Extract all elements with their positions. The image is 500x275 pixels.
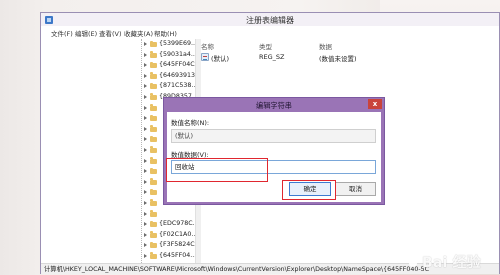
folder-icon bbox=[150, 114, 157, 122]
folder-icon bbox=[150, 210, 157, 217]
tree-item-label: {871C538... bbox=[159, 82, 198, 90]
folder-icon bbox=[150, 241, 157, 249]
expand-arrow-icon[interactable] bbox=[144, 147, 147, 152]
menu-help[interactable]: 帮助(H) bbox=[154, 28, 177, 38]
window-title: 注册表编辑器 bbox=[246, 16, 294, 25]
expand-arrow-icon[interactable] bbox=[144, 63, 147, 68]
expand-arrow-icon[interactable] bbox=[144, 169, 147, 174]
folder-icon bbox=[150, 51, 157, 58]
tree-item[interactable]: {F02C1A0... bbox=[142, 230, 198, 241]
close-icon: x bbox=[372, 100, 378, 108]
tree-item[interactable]: {59031a4... bbox=[142, 50, 197, 61]
tree-item-label: {645FF04... bbox=[159, 251, 197, 259]
expand-arrow-icon[interactable] bbox=[144, 232, 147, 237]
dialog-title: 编辑字符串 bbox=[256, 101, 292, 110]
value-type: REG_SZ bbox=[259, 53, 285, 61]
folder-icon bbox=[150, 93, 157, 100]
tree-item[interactable]: {EDC978C... bbox=[142, 219, 199, 230]
expand-arrow-icon[interactable] bbox=[144, 126, 147, 131]
edit-string-dialog: 编辑字符串 x 数值名称(N): (默认) 数值数据(V): 回收站 确定 取消 bbox=[163, 97, 385, 205]
folder-icon bbox=[150, 104, 157, 111]
expand-arrow-icon[interactable] bbox=[144, 42, 147, 46]
expand-arrow-icon[interactable] bbox=[144, 84, 147, 89]
highlight-box-ok-button bbox=[282, 180, 336, 200]
tree-item[interactable]: {F3F5824C... bbox=[142, 240, 201, 251]
expand-arrow-icon[interactable] bbox=[144, 190, 147, 195]
paw-icon bbox=[407, 254, 419, 267]
baidu-watermark: Bai 经验 bbox=[405, 250, 500, 274]
tree-item-label: {F02C1A0... bbox=[159, 230, 198, 238]
expand-arrow-icon[interactable] bbox=[144, 52, 147, 57]
folder-icon bbox=[150, 146, 157, 153]
highlight-box-data-field bbox=[166, 158, 268, 182]
value-data: (数值未设置) bbox=[319, 55, 357, 63]
watermark-text: Bai 经验 bbox=[422, 255, 481, 271]
dialog-body: 数值名称(N): (默认) 数值数据(V): 回收站 确定 取消 bbox=[167, 112, 381, 202]
folder-icon bbox=[150, 61, 157, 69]
column-header-name[interactable]: 名称 bbox=[201, 41, 214, 51]
window-titlebar[interactable]: 注册表编辑器 bbox=[41, 13, 499, 26]
column-header-data[interactable]: 数据 bbox=[319, 41, 332, 51]
folder-icon bbox=[150, 178, 157, 185]
folder-icon bbox=[150, 157, 157, 164]
folder-icon bbox=[150, 125, 157, 132]
folder-icon bbox=[150, 40, 157, 47]
expand-arrow-icon[interactable] bbox=[144, 253, 147, 258]
folder-icon bbox=[150, 82, 157, 90]
menu-view[interactable]: 查看(V) bbox=[99, 28, 122, 38]
expand-arrow-icon[interactable] bbox=[144, 222, 147, 227]
expand-arrow-icon[interactable] bbox=[144, 211, 147, 216]
dialog-titlebar[interactable]: 编辑字符串 x bbox=[164, 98, 384, 112]
menu-edit[interactable]: 编辑(E) bbox=[75, 28, 97, 38]
value-name-field: (默认) bbox=[171, 129, 376, 143]
expand-arrow-icon[interactable] bbox=[144, 179, 147, 184]
expand-arrow-icon[interactable] bbox=[144, 94, 147, 99]
folder-icon bbox=[150, 188, 157, 196]
menu-favorites[interactable]: 收藏夹(A) bbox=[124, 28, 153, 38]
folder-icon bbox=[150, 135, 157, 143]
tree-item[interactable]: {64693913... bbox=[142, 71, 201, 82]
close-button[interactable]: x bbox=[368, 99, 382, 109]
tree-item-label: {5399E69... bbox=[159, 40, 198, 47]
value-name: (默认) bbox=[211, 55, 230, 63]
tree-item[interactable]: {5399E69... bbox=[142, 39, 198, 50]
expand-arrow-icon[interactable] bbox=[144, 116, 147, 121]
expand-arrow-icon[interactable] bbox=[144, 137, 147, 142]
expand-arrow-icon[interactable] bbox=[144, 105, 147, 110]
column-header-type[interactable]: 类型 bbox=[259, 41, 272, 51]
folder-icon bbox=[150, 72, 157, 79]
expand-arrow-icon[interactable] bbox=[144, 73, 147, 78]
expand-arrow-icon[interactable] bbox=[144, 243, 147, 248]
tree-item[interactable]: {871C538... bbox=[142, 81, 198, 92]
cancel-button[interactable]: 取消 bbox=[335, 182, 376, 196]
tree-item[interactable]: {645FF04... bbox=[142, 251, 196, 262]
folder-icon bbox=[150, 199, 157, 206]
tree-item-label: {59031a4... bbox=[159, 50, 197, 58]
folder-icon bbox=[150, 231, 157, 238]
tree-item-label: {EDC978C... bbox=[159, 220, 199, 228]
folder-icon bbox=[150, 220, 157, 228]
folder-icon bbox=[150, 252, 157, 259]
value-name-label: 数值名称(N): bbox=[171, 119, 210, 127]
tree-item[interactable]: {645FF04C... bbox=[142, 60, 201, 71]
menu-file[interactable]: 文件(F) bbox=[51, 28, 73, 38]
expand-arrow-icon[interactable] bbox=[144, 200, 147, 205]
menu-bar: 文件(F) 编辑(E) 查看(V) 收藏夹(A) 帮助(H) bbox=[41, 28, 499, 39]
expand-arrow-icon[interactable] bbox=[144, 158, 147, 163]
value-row[interactable]: (默认) REG_SZ (数值未设置) bbox=[201, 53, 500, 63]
tree-item[interactable] bbox=[142, 209, 196, 220]
folder-icon bbox=[150, 167, 157, 175]
string-value-icon bbox=[201, 53, 209, 61]
